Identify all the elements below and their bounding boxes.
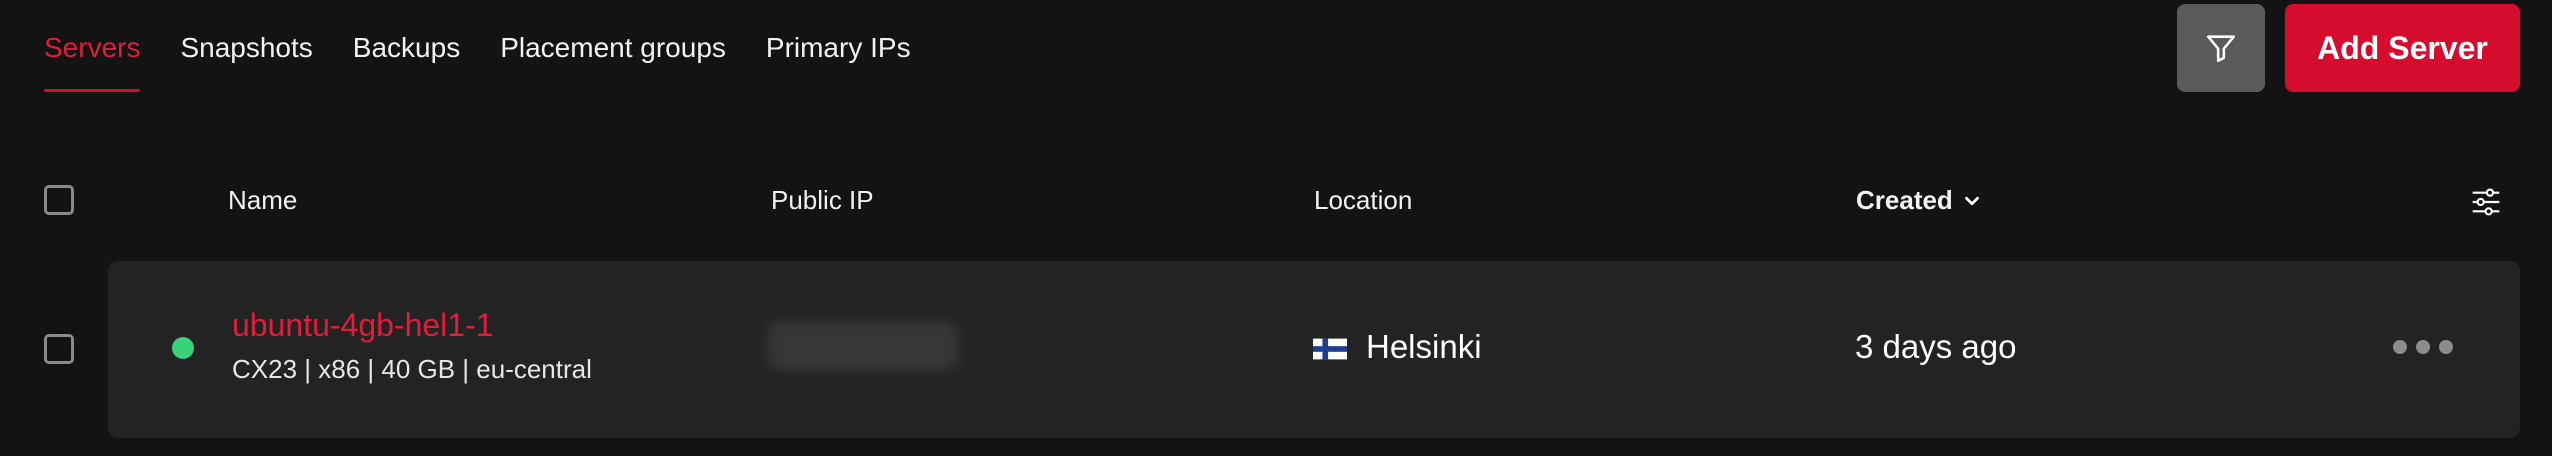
server-specs: CX23 | x86 | 40 GB | eu-central (232, 354, 592, 384)
tab-snapshots[interactable]: Snapshots (180, 0, 312, 96)
tab-backups[interactable]: Backups (353, 0, 460, 96)
project-tabs: Servers Snapshots Backups Placement grou… (44, 0, 951, 96)
server-location: Helsinki (1366, 328, 1482, 365)
column-header-created-label: Created (1856, 185, 1953, 215)
column-header-created[interactable]: Created (1856, 185, 1983, 216)
public-ip-value-blurred (768, 322, 958, 370)
tab-servers[interactable]: Servers (44, 0, 141, 96)
server-created: 3 days ago (1855, 328, 2017, 365)
server-name-link[interactable]: ubuntu-4gb-hel1-1 (232, 307, 494, 344)
column-header-name: Name (228, 185, 298, 215)
more-dot-icon (2393, 340, 2407, 354)
servers-page: Servers Snapshots Backups Placement grou… (0, 0, 2552, 456)
row-actions-menu-button[interactable] (2393, 340, 2453, 354)
tab-placement-groups[interactable]: Placement groups (500, 0, 726, 96)
filter-funnel-icon (2206, 35, 2236, 63)
column-header-public-ip: Public IP (771, 185, 874, 215)
finland-flag-icon (1313, 338, 1347, 360)
status-running-indicator (172, 337, 194, 359)
more-dot-icon (2439, 340, 2453, 354)
filter-button[interactable] (2177, 4, 2265, 92)
add-server-button[interactable]: Add Server (2285, 4, 2520, 92)
tab-primary-ips[interactable]: Primary IPs (766, 0, 911, 96)
column-settings-icon[interactable] (2470, 186, 2502, 218)
more-dot-icon (2416, 340, 2430, 354)
select-all-checkbox[interactable] (44, 185, 74, 215)
row-select-checkbox[interactable] (44, 334, 74, 364)
chevron-down-icon (1964, 196, 1979, 205)
column-header-location: Location (1314, 185, 1413, 215)
